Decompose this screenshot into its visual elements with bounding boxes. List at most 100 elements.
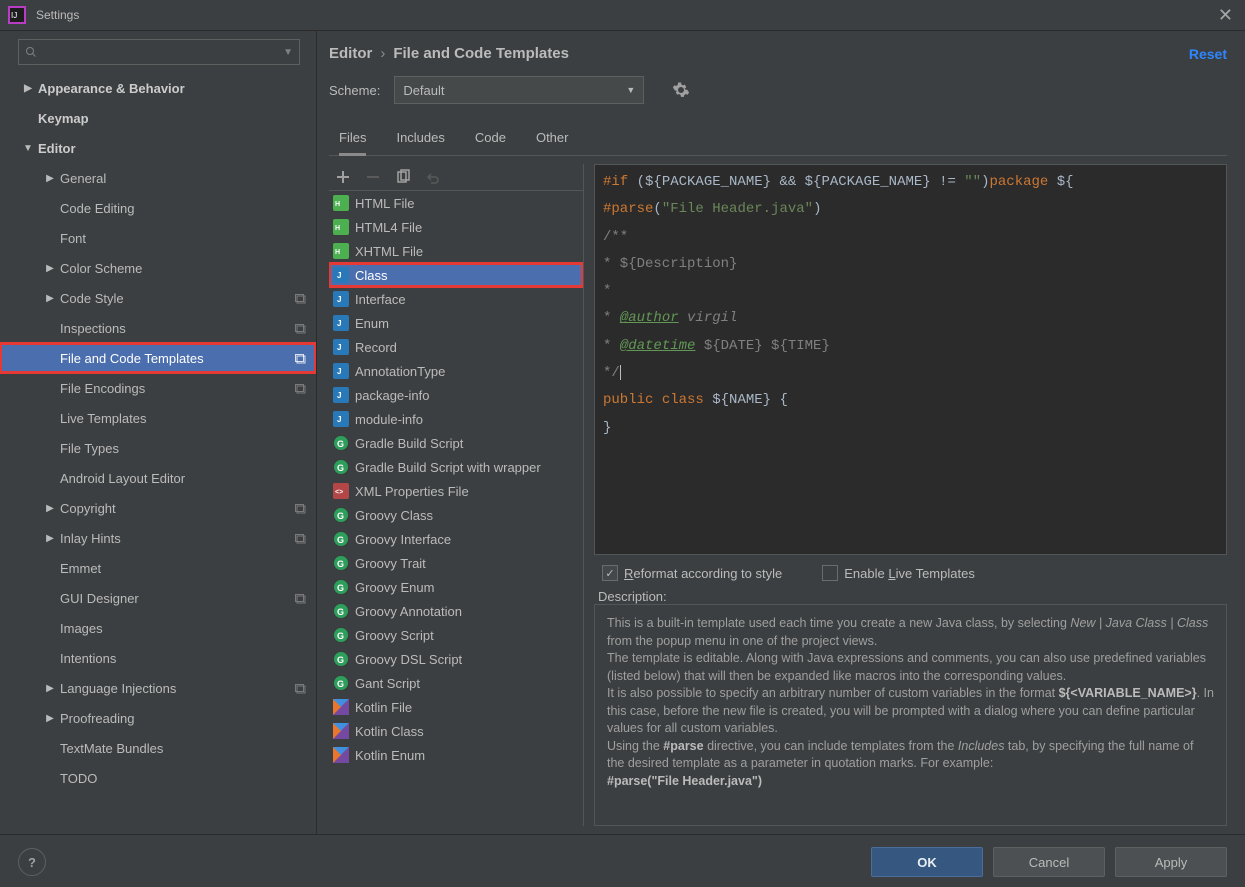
sidebar-item-copyright[interactable]: ▶Copyright (0, 493, 316, 523)
reset-link[interactable]: Reset (1189, 46, 1227, 62)
sidebar-item-intentions[interactable]: Intentions (0, 643, 316, 673)
sidebar-item-android-layout-editor[interactable]: Android Layout Editor (0, 463, 316, 493)
template-item-kotlin-file[interactable]: Kotlin File (329, 695, 583, 719)
sidebar-item-label: Code Editing (60, 201, 134, 216)
template-item-enum[interactable]: JEnum (329, 311, 583, 335)
template-item-groovy-dsl-script[interactable]: GGroovy DSL Script (329, 647, 583, 671)
template-item-label: Class (355, 268, 388, 283)
template-item-module-info[interactable]: Jmodule-info (329, 407, 583, 431)
code-token: ( (653, 201, 661, 217)
template-item-interface[interactable]: JInterface (329, 287, 583, 311)
reformat-checkbox[interactable]: Reformat according to style (602, 565, 782, 581)
java-file-icon: J (333, 411, 349, 427)
apply-button[interactable]: Apply (1115, 847, 1227, 877)
template-item-record[interactable]: JRecord (329, 335, 583, 359)
help-button[interactable]: ? (18, 848, 46, 876)
add-icon[interactable] (335, 169, 351, 185)
sidebar-item-keymap[interactable]: Keymap (0, 103, 316, 133)
template-item-html-file[interactable]: HHTML File (329, 191, 583, 215)
code-token: class (653, 392, 703, 408)
settings-tree[interactable]: ▶Appearance & BehaviorKeymap▼Editor▶Gene… (0, 73, 316, 834)
chevron-down-icon[interactable]: ▼ (283, 47, 293, 58)
sidebar-item-file-and-code-templates[interactable]: File and Code Templates (0, 343, 316, 373)
project-level-icon (294, 291, 308, 305)
code-token: */ (603, 365, 620, 381)
template-item-package-info[interactable]: Jpackage-info (329, 383, 583, 407)
template-item-html4-file[interactable]: HHTML4 File (329, 215, 583, 239)
template-item-gant-script[interactable]: GGant Script (329, 671, 583, 695)
tab-files[interactable]: Files (339, 124, 366, 156)
tree-arrow-icon: ▶ (44, 263, 56, 274)
sidebar-item-textmate-bundles[interactable]: TextMate Bundles (0, 733, 316, 763)
sidebar-item-color-scheme[interactable]: ▶Color Scheme (0, 253, 316, 283)
code-editor[interactable]: #if (${PACKAGE_NAME} && ${PACKAGE_NAME} … (594, 164, 1227, 555)
template-item-annotationtype[interactable]: J AnnotationType (329, 359, 583, 383)
sidebar-item-language-injections[interactable]: ▶Language Injections (0, 673, 316, 703)
template-item-gradle-build-script[interactable]: GGradle Build Script (329, 431, 583, 455)
sidebar-item-editor[interactable]: ▼Editor (0, 133, 316, 163)
template-list[interactable]: HHTML FileHHTML4 FileHXHTML File J Class JI… (329, 191, 583, 826)
close-icon[interactable]: ✕ (1214, 6, 1237, 24)
ok-button[interactable]: OK (871, 847, 983, 877)
tab-includes[interactable]: Includes (396, 124, 444, 155)
settings-sidebar: ▼ ▶Appearance & BehaviorKeymap▼Editor▶Ge… (0, 31, 317, 834)
template-item-xml-properties-file[interactable]: <>XML Properties File (329, 479, 583, 503)
sidebar-item-label: File and Code Templates (60, 351, 204, 366)
sidebar-item-file-types[interactable]: File Types (0, 433, 316, 463)
sidebar-item-images[interactable]: Images (0, 613, 316, 643)
sidebar-item-label: File Encodings (60, 381, 145, 396)
template-item-groovy-script[interactable]: GGroovy Script (329, 623, 583, 647)
sidebar-item-inspections[interactable]: Inspections (0, 313, 316, 343)
template-item-groovy-interface[interactable]: GGroovy Interface (329, 527, 583, 551)
sidebar-item-label: TODO (60, 771, 97, 786)
code-token: "" (964, 174, 981, 190)
sidebar-item-todo[interactable]: TODO (0, 763, 316, 793)
svg-text:J: J (337, 415, 341, 424)
sidebar-item-label: Code Style (60, 291, 124, 306)
sidebar-item-emmet[interactable]: Emmet (0, 553, 316, 583)
cancel-button[interactable]: Cancel (993, 847, 1105, 877)
search-input-wrapper[interactable]: ▼ (18, 39, 300, 65)
sidebar-item-inlay-hints[interactable]: ▶Inlay Hints (0, 523, 316, 553)
chevron-right-icon: › (380, 45, 385, 62)
template-item-class[interactable]: J Class (329, 263, 583, 287)
tree-arrow-icon: ▶ (44, 503, 56, 514)
template-item-kotlin-enum[interactable]: Kotlin Enum (329, 743, 583, 767)
template-item-groovy-enum[interactable]: GGroovy Enum (329, 575, 583, 599)
sidebar-item-general[interactable]: ▶General (0, 163, 316, 193)
code-token: * (603, 338, 620, 354)
code-token: #if (603, 174, 628, 190)
html-file-icon: H (333, 195, 349, 211)
template-item-groovy-annotation[interactable]: GGroovy Annotation (329, 599, 583, 623)
sidebar-item-code-editing[interactable]: Code Editing (0, 193, 316, 223)
sidebar-item-label: Images (60, 621, 103, 636)
sidebar-item-live-templates[interactable]: Live Templates (0, 403, 316, 433)
svg-text:<>: <> (335, 489, 343, 496)
template-item-gradle-build-script-with-wrapper[interactable]: GGradle Build Script with wrapper (329, 455, 583, 479)
template-item-label: AnnotationType (355, 364, 445, 379)
sidebar-item-file-encodings[interactable]: File Encodings (0, 373, 316, 403)
sidebar-item-gui-designer[interactable]: GUI Designer (0, 583, 316, 613)
search-input[interactable] (37, 44, 279, 60)
copy-icon[interactable] (395, 169, 411, 185)
project-level-icon (294, 531, 308, 545)
scheme-select[interactable]: Default ▼ (394, 76, 644, 104)
sidebar-item-font[interactable]: Font (0, 223, 316, 253)
template-item-xhtml-file[interactable]: HXHTML File (329, 239, 583, 263)
template-item-kotlin-class[interactable]: Kotlin Class (329, 719, 583, 743)
tab-other[interactable]: Other (536, 124, 569, 155)
template-item-groovy-class[interactable]: GGroovy Class (329, 503, 583, 527)
template-item-label: Groovy Class (355, 508, 433, 523)
sidebar-item-appearance-behavior[interactable]: ▶Appearance & Behavior (0, 73, 316, 103)
sidebar-item-code-style[interactable]: ▶Code Style (0, 283, 316, 313)
svg-text:J: J (337, 271, 341, 280)
sidebar-item-proofreading[interactable]: ▶Proofreading (0, 703, 316, 733)
enable-live-templates-checkbox[interactable]: Enable Live Templates (822, 565, 975, 581)
svg-text:G: G (337, 463, 344, 473)
svg-text:G: G (337, 655, 344, 665)
template-item-groovy-trait[interactable]: GGroovy Trait (329, 551, 583, 575)
svg-text:J: J (337, 367, 341, 376)
gear-icon[interactable] (672, 81, 690, 99)
template-item-label: Enum (355, 316, 389, 331)
tab-code[interactable]: Code (475, 124, 506, 155)
